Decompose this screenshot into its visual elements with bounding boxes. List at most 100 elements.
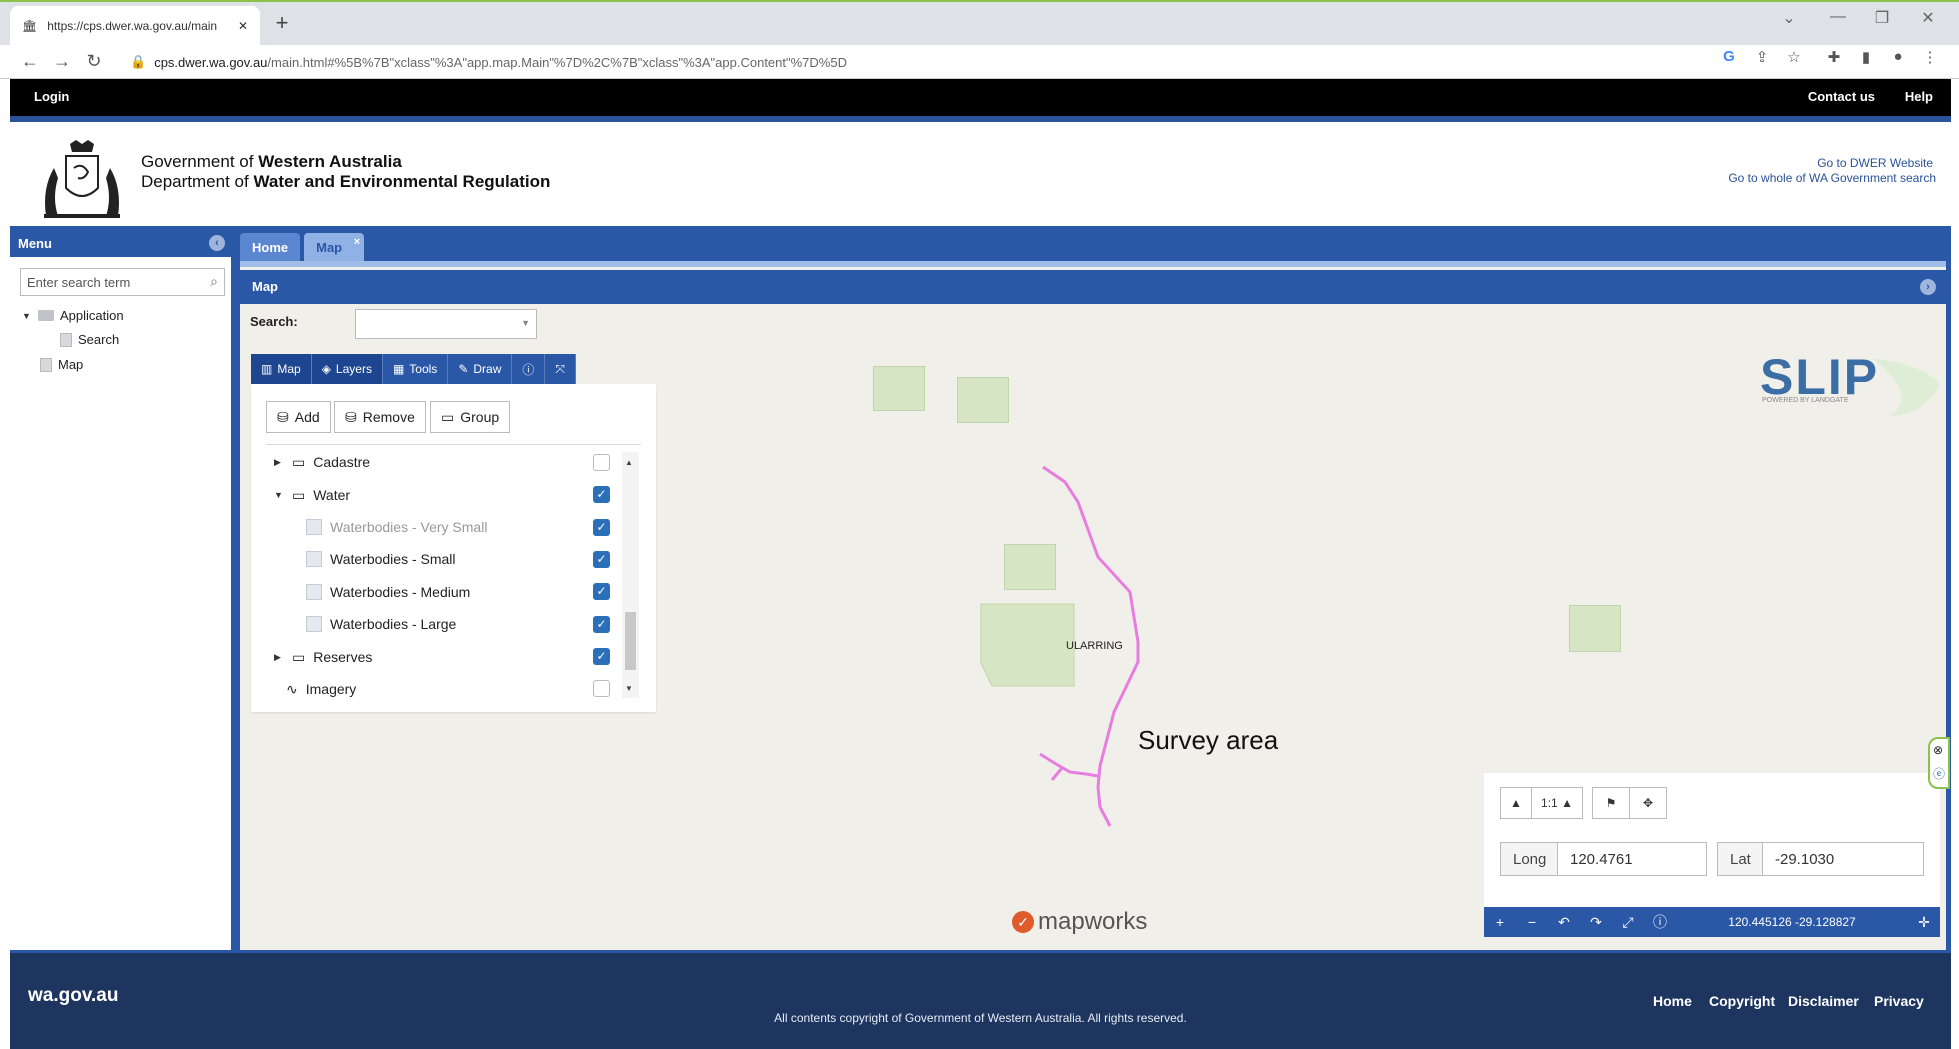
add-layer-button[interactable]: ⛁ Add xyxy=(266,401,331,433)
layer-checkbox-water[interactable]: ✓ xyxy=(593,486,610,503)
crosshair-icon[interactable]: ✛ xyxy=(1908,914,1940,931)
footer-link-disclaimer[interactable]: Disclaimer xyxy=(1788,993,1859,1009)
browser-menu-icon[interactable]: ⋮ xyxy=(1916,48,1944,66)
long-label: Long xyxy=(1500,842,1558,876)
expand-panel-icon[interactable]: › xyxy=(1920,279,1936,295)
layers-icon: ◈ xyxy=(321,362,331,376)
redo-icon[interactable]: ↷ xyxy=(1580,914,1612,931)
browser-tab[interactable]: 🏛 https://cps.dwer.wa.gov.au/main ✕ xyxy=(10,6,260,45)
login-link[interactable]: Login xyxy=(34,89,69,104)
search-icon[interactable]: ⌕ xyxy=(210,273,218,290)
edge-icon[interactable]: ⓔ xyxy=(1933,765,1945,782)
map-tool-map[interactable]: ▥ Map xyxy=(251,354,312,384)
layer-checkbox-waterbodies-very-small[interactable]: ✓ xyxy=(593,519,610,536)
layer-waterbodies-medium[interactable]: Waterbodies - Medium xyxy=(306,581,470,603)
layers-scrollbar-thumb[interactable] xyxy=(625,612,636,670)
pencil-icon: ✎ xyxy=(458,362,469,376)
scale-select[interactable]: 1:1 ▲ xyxy=(1531,787,1583,819)
info-icon[interactable]: ⓘ xyxy=(1644,912,1676,932)
sidebar-search-input[interactable]: Enter search term ⌕ xyxy=(20,268,225,296)
lat-input[interactable]: -29.1030 xyxy=(1762,842,1924,876)
new-tab-button[interactable]: + xyxy=(268,10,296,36)
back-icon[interactable]: ← xyxy=(14,51,46,72)
locate-icon[interactable]: ✥ xyxy=(1629,787,1667,819)
layer-checkbox-waterbodies-small[interactable]: ✓ xyxy=(593,551,610,568)
collapse-arrow-icon[interactable]: ▼ xyxy=(274,490,284,500)
expand-arrow-icon[interactable]: ▼ xyxy=(22,311,32,321)
map-tool-draw[interactable]: ✎ Draw xyxy=(448,354,513,384)
tree-item-application[interactable]: ▼ Application xyxy=(22,308,124,323)
tools-chart-icon: ▦ xyxy=(392,362,405,376)
flag-icon[interactable]: ⚑ xyxy=(1592,787,1630,819)
remove-layer-button[interactable]: ⛁ Remove xyxy=(334,401,426,433)
map-tool-layers[interactable]: ◈ Layers xyxy=(311,354,383,384)
layer-swatch xyxy=(306,519,322,535)
footer-link-home[interactable]: Home xyxy=(1653,993,1692,1009)
map-search-input[interactable]: ▼ xyxy=(355,309,537,339)
tab-home[interactable]: Home xyxy=(240,233,301,261)
layer-checkbox-cadastre[interactable] xyxy=(593,454,610,471)
tab-map[interactable]: Map × xyxy=(304,233,365,261)
layer-water[interactable]: ▼ ▭ Water xyxy=(274,484,350,506)
extensions-icon[interactable]: ✚ xyxy=(1820,48,1848,66)
zoom-out-icon[interactable]: − xyxy=(1516,914,1548,930)
tree-item-search[interactable]: Search xyxy=(60,332,119,347)
collapse-sidebar-icon[interactable]: ‹ xyxy=(209,235,225,251)
tree-item-map[interactable]: Map xyxy=(40,357,83,372)
document-icon xyxy=(60,332,72,347)
layer-cadastre[interactable]: ▶ ▭ Cadastre xyxy=(274,451,370,473)
long-input[interactable]: 120.4761 xyxy=(1557,842,1707,876)
share-icon[interactable]: ⇪ xyxy=(1748,48,1776,66)
add-layer-icon: ⛁ xyxy=(277,408,289,425)
close-icon[interactable]: ⊗ xyxy=(1933,743,1943,757)
layer-checkbox-imagery[interactable] xyxy=(593,680,610,697)
layer-imagery[interactable]: ∿ Imagery xyxy=(286,678,356,700)
layer-waterbodies-very-small[interactable]: Waterbodies - Very Small xyxy=(306,516,487,538)
tab-search-icon[interactable]: ⌄ xyxy=(1769,8,1809,28)
side-panel-icon[interactable]: ▮ xyxy=(1852,48,1880,66)
profile-avatar-icon[interactable]: ● xyxy=(1884,48,1912,65)
map-tool-tools[interactable]: ▦ Tools xyxy=(383,354,449,384)
group-layer-button[interactable]: ▭ Group xyxy=(430,401,511,433)
scroll-down-icon[interactable]: ▼ xyxy=(625,684,633,693)
layer-checkbox-reserves[interactable]: ✓ xyxy=(593,648,610,665)
restore-icon[interactable]: ❐ xyxy=(1862,8,1902,28)
url-field[interactable]: 🔒 cps.dwer.wa.gov.au/main.html#%5B%7B"xc… xyxy=(130,51,847,73)
zoom-in-icon[interactable]: + xyxy=(1484,914,1516,930)
close-tab-icon[interactable]: ✕ xyxy=(238,19,248,33)
chevron-down-icon[interactable]: ▼ xyxy=(521,318,530,328)
close-window-icon[interactable]: ✕ xyxy=(1908,8,1948,28)
measure-icon[interactable]: ⤢ xyxy=(1612,914,1644,931)
layer-waterbodies-small[interactable]: Waterbodies - Small xyxy=(306,548,456,570)
map-tool-fullscreen[interactable]: ⤧ xyxy=(545,354,577,384)
wa-crest-icon xyxy=(44,140,120,218)
lat-label: Lat xyxy=(1717,842,1763,876)
reload-icon[interactable]: ↻ xyxy=(78,51,110,72)
floating-widget[interactable]: ⊗ ⓔ xyxy=(1928,737,1950,789)
contact-link[interactable]: Contact us xyxy=(1808,89,1875,104)
expand-arrow-icon[interactable]: ▶ xyxy=(274,457,284,468)
layer-waterbodies-large[interactable]: Waterbodies - Large xyxy=(306,613,456,635)
site-favicon-icon: 🏛 xyxy=(22,18,38,33)
url-path: /main.html#%5B%7B"xclass"%3A"app.map.Mai… xyxy=(267,54,847,70)
footer-site-name[interactable]: wa.gov.au xyxy=(28,985,118,1007)
undo-icon[interactable]: ↶ xyxy=(1548,914,1580,931)
close-tab-map-icon[interactable]: × xyxy=(354,227,360,257)
fullscreen-icon: ⤧ xyxy=(555,361,566,376)
scroll-up-icon[interactable]: ▲ xyxy=(625,458,633,467)
help-link[interactable]: Help xyxy=(1905,89,1933,104)
footer-link-copyright[interactable]: Copyright xyxy=(1709,993,1775,1009)
map-tool-info[interactable]: ⓘ xyxy=(512,354,546,384)
expand-arrow-icon[interactable]: ▶ xyxy=(274,652,284,663)
layer-checkbox-waterbodies-medium[interactable]: ✓ xyxy=(593,583,610,600)
wa-gov-search-link[interactable]: Go to whole of WA Government search xyxy=(1728,171,1936,185)
bookmark-star-icon[interactable]: ☆ xyxy=(1780,48,1808,66)
minimize-icon[interactable]: — xyxy=(1818,8,1858,26)
google-icon[interactable]: G xyxy=(1715,48,1743,65)
forward-icon[interactable]: → xyxy=(46,51,78,72)
dwer-website-link[interactable]: Go to DWER Website xyxy=(1817,156,1933,170)
footer-link-privacy[interactable]: Privacy xyxy=(1874,993,1924,1009)
layer-reserves[interactable]: ▶ ▭ Reserves xyxy=(274,646,372,668)
layer-checkbox-waterbodies-large[interactable]: ✓ xyxy=(593,616,610,633)
scale-up-button[interactable]: ▲ xyxy=(1500,787,1532,819)
